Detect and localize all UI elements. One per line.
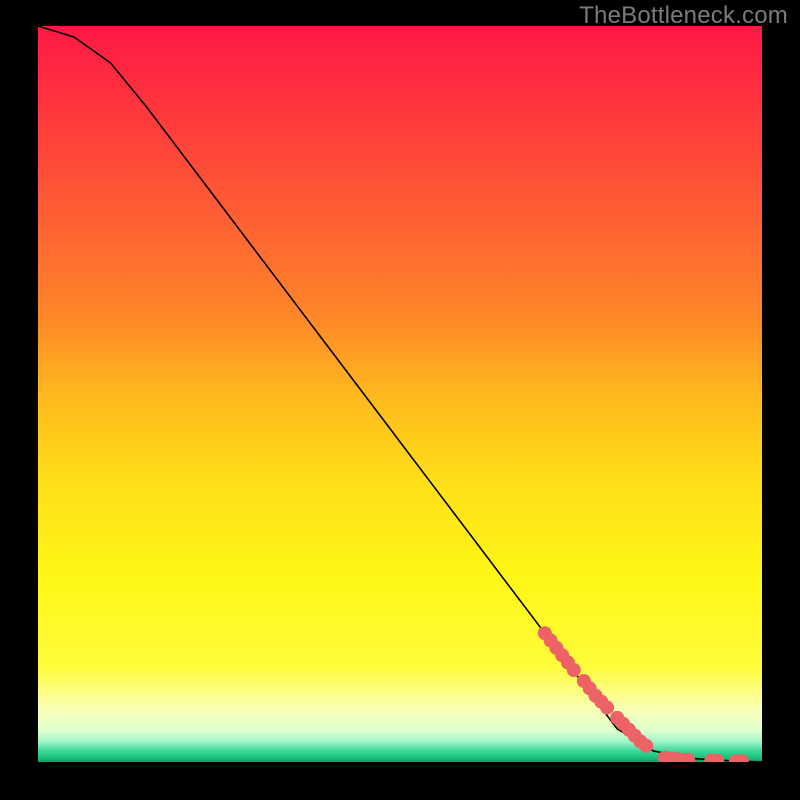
plot-area bbox=[38, 26, 762, 762]
watermark-text: TheBottleneck.com bbox=[579, 2, 788, 30]
gradient-background bbox=[38, 26, 762, 762]
chart-frame: TheBottleneck.com bbox=[0, 0, 800, 800]
